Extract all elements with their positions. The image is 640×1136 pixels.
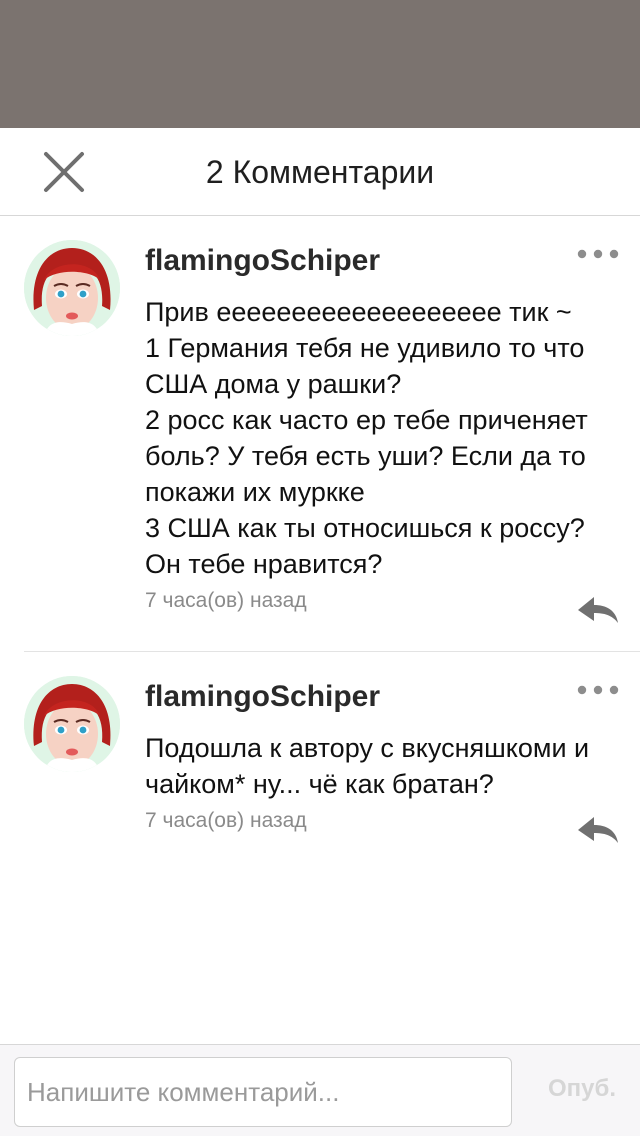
more-icon	[577, 685, 619, 695]
comment-item: flamingoSchiper Подошла к автору с вкусн…	[0, 652, 640, 872]
comment-list: flamingoSchiper Прив еееееееееееееееееее…	[0, 216, 640, 872]
comment-text: Прив еееееееееееееееееее тик ~ 1 Германи…	[145, 297, 588, 579]
reply-button[interactable]	[576, 594, 620, 626]
comments-sheet: 2 Комментарии flamingoSchiper Прив еееее…	[0, 128, 640, 1136]
comment-timestamp: 7 часа(ов) назад	[145, 589, 307, 612]
reply-button[interactable]	[576, 814, 620, 846]
reply-icon	[578, 597, 618, 623]
avatar[interactable]	[24, 240, 120, 336]
reply-icon	[578, 817, 618, 843]
avatar[interactable]	[24, 676, 120, 772]
comment-username[interactable]: flamingoSchiper	[145, 679, 380, 715]
sheet-header: 2 Комментарии	[0, 128, 640, 216]
more-icon	[577, 249, 619, 259]
comment-item: flamingoSchiper Прив еееееееееееееееееее…	[0, 216, 640, 652]
more-options-button[interactable]	[576, 682, 620, 698]
publish-button[interactable]: Опуб.	[548, 1075, 616, 1103]
avatar-image	[24, 676, 120, 772]
page-title: 2 Комментарии	[205, 154, 435, 190]
comment-username[interactable]: flamingoSchiper	[145, 243, 380, 279]
dimmed-backdrop[interactable]	[0, 0, 640, 128]
comment-timestamp: 7 часа(ов) назад	[145, 809, 307, 832]
more-options-button[interactable]	[576, 246, 620, 262]
comment-composer: Опуб.	[0, 1044, 640, 1136]
comment-text: Подошла к автору с вкусняшкоми и чайком*…	[145, 733, 590, 799]
avatar-image	[24, 240, 120, 336]
comment-input[interactable]	[14, 1057, 512, 1127]
